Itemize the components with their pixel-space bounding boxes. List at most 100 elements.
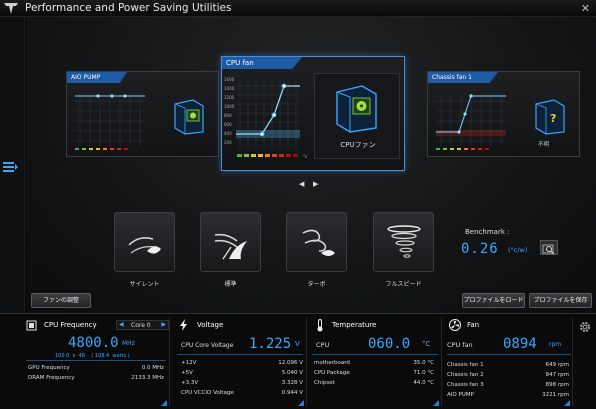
- cpu-temperature-value: 060.0: [368, 336, 411, 352]
- next-fan-arrow[interactable]: ▶: [313, 180, 318, 188]
- left-rail: [0, 17, 25, 313]
- benchmark-button[interactable]: [540, 240, 558, 255]
- temperature-unit: °C: [422, 340, 431, 348]
- fan-illustration-box: CPUファン: [314, 73, 400, 159]
- fan-card-title: AIO PUMP: [67, 72, 127, 83]
- menu-icon[interactable]: [3, 160, 19, 174]
- fan-icon: [449, 319, 461, 331]
- fan-card-aio-pump[interactable]: AIO PUMP: [66, 71, 219, 157]
- row-label: GPU Frequency: [28, 365, 70, 371]
- divider: [447, 354, 571, 355]
- y-tick-label: 1600: [224, 77, 235, 82]
- row-label: CPU Package: [314, 370, 350, 376]
- settings-gear-icon[interactable]: [578, 320, 592, 334]
- row-label: motherboard: [314, 360, 350, 366]
- cpu-core-voltage-value: 1.225: [249, 336, 292, 352]
- row-label: AIO PUMP: [447, 392, 474, 398]
- row-label: CPU VCCIO Voltage: [181, 390, 234, 396]
- fan-card-cpu-fan[interactable]: CPU fan 1600 1400 1200 1000 800 600 400 200 °c: [221, 56, 405, 171]
- y-tick-label: 1400: [224, 86, 235, 91]
- divider: [177, 354, 303, 355]
- window-title: Performance and Power Saving Utilities: [25, 2, 232, 14]
- thermometer-icon: [317, 319, 323, 332]
- row-value: 898 rpm: [545, 382, 569, 388]
- row-value: 71.0 °C: [413, 370, 434, 376]
- row-value: 12.096 V: [278, 360, 303, 366]
- title-bar: Performance and Power Saving Utilities ✕: [0, 0, 596, 17]
- row-label: +12V: [181, 360, 197, 366]
- benchmark-label: Benchmark :: [465, 228, 510, 236]
- main-area: AIO PUMP CPU fan 1600 1400 1200 1000 800…: [26, 17, 596, 313]
- fan-caption: CPUファン: [340, 141, 376, 149]
- row-value: 2133.3 MHz: [131, 375, 164, 381]
- y-tick-label: 1200: [224, 95, 235, 100]
- divider: [26, 360, 166, 361]
- row-label: DRAM Frequency: [28, 375, 75, 381]
- case-fan-icon: [174, 99, 204, 135]
- row-value: 44.0 °C: [413, 380, 434, 386]
- fullspeed-tornado-icon: [387, 225, 421, 258]
- fan-tune-button[interactable]: ファンの調整: [31, 293, 91, 308]
- y-tick-label: 400: [224, 131, 232, 136]
- row-label: Chipset: [314, 380, 335, 386]
- case-fan-icon: [336, 85, 377, 133]
- mode-standard-label: 標準: [224, 281, 237, 288]
- cpu-frequency-panel: CPU Frequency ◀ Core 0 ▶ 4800.0 MHz 100.…: [24, 318, 170, 406]
- lightning-icon: [180, 319, 187, 331]
- close-icon[interactable]: ✕: [581, 2, 590, 15]
- panel-title: Fan: [467, 321, 480, 329]
- core-select[interactable]: ◀ Core 0 ▶: [116, 320, 169, 330]
- panel-expand-icon[interactable]: [433, 400, 439, 406]
- row-value: 5.040 V: [281, 370, 303, 376]
- core-next-icon[interactable]: ▶: [161, 321, 166, 328]
- mode-silent-button[interactable]: [114, 212, 175, 272]
- core-select-value: Core 0: [131, 322, 151, 329]
- row-value: 3221 rpm: [542, 392, 569, 398]
- fan-card-title: Chassis fan 1: [428, 72, 498, 83]
- fan-card-chassis-fan-1[interactable]: Chassis fan 1 ? 不明: [427, 71, 580, 157]
- prev-fan-arrow[interactable]: ◀: [299, 180, 304, 188]
- fan-curve-chart[interactable]: [70, 86, 162, 156]
- panel-title: CPU Frequency: [44, 321, 97, 329]
- panel-expand-icon[interactable]: [298, 400, 304, 406]
- search-icon: [542, 244, 555, 255]
- voltage-unit: V: [295, 340, 300, 348]
- main-label: CPU: [316, 341, 330, 349]
- status-bar: CPU Frequency ◀ Core 0 ▶ 4800.0 MHz 100.…: [0, 313, 596, 409]
- panel-expand-icon[interactable]: [161, 400, 167, 406]
- app-window: Performance and Power Saving Utilities ✕…: [0, 0, 596, 409]
- turbo-wind-icon: [302, 229, 335, 256]
- mode-silent-label: サイレント: [129, 281, 160, 288]
- save-profile-button[interactable]: プロファイルを保存: [529, 293, 592, 308]
- mode-turbo-label: ターボ: [307, 281, 326, 288]
- panel-expand-icon[interactable]: [564, 400, 570, 406]
- benchmark-value: 0.26: [461, 241, 499, 257]
- y-tick-label: 1000: [224, 104, 235, 109]
- main-label: CPU fan: [447, 341, 473, 349]
- cpu-multiplier: 100.0 x 48 ( 108.4 watts ): [55, 353, 130, 359]
- cpu-frequency-unit: MHz: [122, 340, 135, 347]
- row-value: 0.0 MHz: [141, 365, 164, 371]
- row-value: 35.0 °C: [413, 360, 434, 366]
- main-label: CPU Core Voltage: [181, 342, 234, 349]
- standard-wind-icon: [214, 233, 247, 260]
- core-prev-icon[interactable]: ◀: [119, 321, 124, 328]
- fan-card-title: CPU fan: [222, 57, 302, 69]
- row-label: Chassis fan 2: [447, 372, 484, 378]
- fan-panel: Fan CPU fan 0894 rpm Chassis fan 1 649 rp…: [445, 318, 573, 406]
- mode-fullspeed-button[interactable]: [373, 212, 434, 272]
- mode-turbo-button[interactable]: [286, 212, 347, 272]
- row-value: 3.328 V: [281, 380, 303, 386]
- fan-unit: rpm: [549, 341, 562, 348]
- y-tick-label: 600: [224, 122, 232, 127]
- load-profile-button[interactable]: プロファイルをロード: [462, 293, 525, 308]
- mode-standard-button[interactable]: [200, 212, 261, 272]
- fan-curve-chart[interactable]: 1600 1400 1200 1000 800 600 400 200 °c: [224, 72, 312, 168]
- fan-curve-chart[interactable]: [431, 86, 523, 156]
- row-label: +3.3V: [181, 380, 199, 386]
- row-value: 649 rpm: [545, 362, 569, 368]
- y-tick-label: 800: [224, 113, 232, 118]
- row-value: 847 rpm: [545, 372, 569, 378]
- svg-text:?: ?: [550, 112, 556, 125]
- mode-fullspeed-label: フルスピード: [385, 281, 422, 288]
